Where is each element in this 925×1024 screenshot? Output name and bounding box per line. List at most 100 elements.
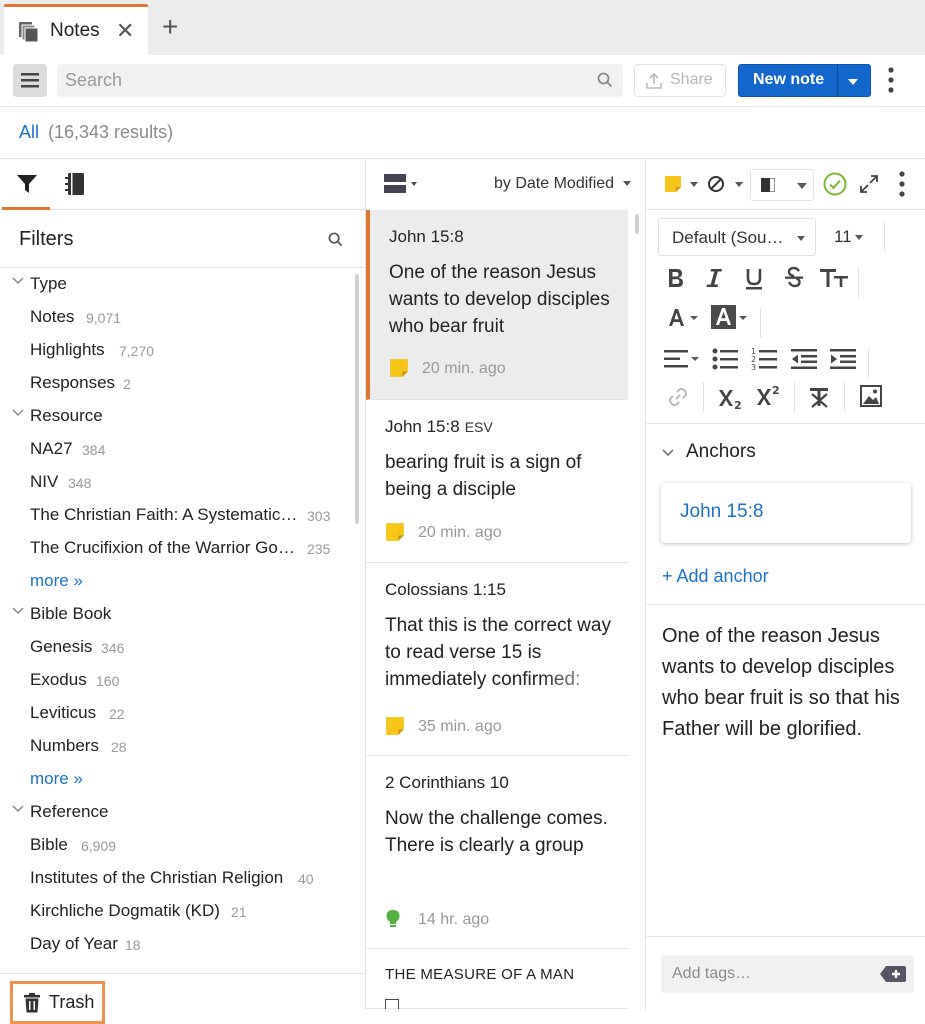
add-anchor-link[interactable]: + Add anchor <box>662 566 769 587</box>
note-body[interactable]: One of the reason Jesus wants to develop… <box>662 621 924 745</box>
close-tab-icon[interactable]: ✕ <box>116 18 134 44</box>
filter-group[interactable]: Type <box>0 269 356 299</box>
more-options-icon[interactable] <box>888 67 894 93</box>
scrollbar[interactable] <box>635 214 639 234</box>
more-link[interactable]: more » <box>0 764 356 794</box>
note-list-item[interactable]: Colossians 1:15 That this is the correct … <box>366 563 628 756</box>
search-input[interactable] <box>57 64 577 97</box>
superscript-icon[interactable]: 2 <box>756 384 780 406</box>
tab-notes[interactable]: Notes ✕ <box>4 4 148 55</box>
filter-item[interactable]: Kirchliche Dogmatik (KD) 21 <box>0 896 356 926</box>
filter-item-label: Leviticus <box>30 703 97 722</box>
trash-button[interactable]: Trash <box>10 981 105 1024</box>
filter-item[interactable]: Highlights 7,270 <box>0 335 356 365</box>
chevron-down-icon[interactable] <box>662 449 674 457</box>
filter-item[interactable]: Numbers 28 <box>0 731 356 761</box>
color-select[interactable] <box>750 169 814 201</box>
chevron-down-icon[interactable] <box>690 182 698 187</box>
search-icon[interactable] <box>597 72 613 88</box>
menu-button[interactable] <box>13 64 47 97</box>
outdent-icon[interactable] <box>791 348 817 370</box>
filter-item-count: 384 <box>82 442 106 458</box>
italic-icon[interactable] <box>704 267 724 289</box>
note-list-item[interactable]: John 15:8 One of the reason Jesus wants t… <box>366 210 628 400</box>
more-link[interactable]: more » <box>0 566 356 596</box>
lightbulb-icon <box>385 909 401 929</box>
note-list-item[interactable]: 2 Corinthians 10 Now the challenge comes.… <box>366 756 628 949</box>
filter-item[interactable]: Leviticus 22 <box>0 698 356 728</box>
align-left-icon[interactable] <box>664 348 700 370</box>
sticky-note-icon <box>385 716 405 736</box>
clear-formatting-icon[interactable] <box>808 386 832 408</box>
filter-item[interactable]: Notes 9,071 <box>0 302 356 332</box>
share-button[interactable]: Share <box>634 64 726 97</box>
text-case-icon[interactable] <box>819 267 849 289</box>
filter-item-label: The Crucifixion of the Warrior Go… <box>30 538 295 557</box>
filter-item[interactable]: Genesis 346 <box>0 632 356 662</box>
scope-all-link[interactable]: All <box>19 122 39 143</box>
chevron-down-icon[interactable] <box>847 78 859 86</box>
filter-group[interactable]: Resource <box>0 401 356 431</box>
search-icon[interactable] <box>328 232 343 247</box>
highlight-color-icon[interactable] <box>711 305 749 329</box>
add-tag-icon[interactable] <box>880 965 906 983</box>
chevron-down-icon[interactable] <box>12 805 24 813</box>
chevron-down-icon[interactable] <box>735 182 743 187</box>
underline-icon[interactable] <box>744 267 764 291</box>
tags-field <box>661 955 914 993</box>
tags-input[interactable] <box>661 955 871 993</box>
indent-icon[interactable] <box>830 348 856 370</box>
note-list-item[interactable]: THE MEASURE OF A MAN <box>366 949 628 1009</box>
anchor-link[interactable]: John 15:8 <box>680 501 763 523</box>
svg-text:2: 2 <box>734 399 742 410</box>
filter-item[interactable]: Day of Year 18 <box>0 929 356 959</box>
filter-group[interactable]: Bible Book <box>0 599 356 629</box>
chevron-down-icon[interactable] <box>623 181 631 186</box>
layout-toggle-icon[interactable] <box>384 173 418 195</box>
chevron-down-icon[interactable] <box>12 409 24 417</box>
filter-item-label: Day of Year <box>30 934 118 953</box>
filter-item[interactable]: Exodus 160 <box>0 665 356 695</box>
font-color-icon[interactable] <box>668 308 700 328</box>
link-icon[interactable] <box>668 387 688 407</box>
bold-icon[interactable] <box>666 267 686 289</box>
sticky-note-icon <box>385 522 405 542</box>
filter-item[interactable]: Bible 6,909 <box>0 830 356 860</box>
font-size-select[interactable]: 11 <box>824 218 874 256</box>
expand-icon[interactable] <box>859 174 879 194</box>
note-list-item[interactable]: John 15:8 ESV bearing fruit is a sign of b… <box>366 400 628 563</box>
filter-item[interactable]: The Christian Faith: A Systematic… 303 <box>0 500 356 530</box>
tags-bar <box>646 936 925 1010</box>
filter-item[interactable]: NA27 384 <box>0 434 356 464</box>
filter-item[interactable]: Responses 2 <box>0 368 356 398</box>
bullet-list-icon[interactable] <box>712 347 738 371</box>
new-note-button[interactable]: New note <box>738 64 871 97</box>
tab-notebooks[interactable] <box>60 159 90 210</box>
tab-title: Notes <box>50 20 100 41</box>
filter-item[interactable]: NIV 348 <box>0 467 356 497</box>
anchor-card[interactable]: John 15:8 <box>661 483 911 543</box>
sticky-note-icon[interactable] <box>664 175 682 193</box>
image-icon[interactable] <box>860 385 882 407</box>
filter-item[interactable]: The Crucifixion of the Warrior Go… 235 <box>0 533 356 563</box>
strikethrough-icon[interactable] <box>784 266 804 288</box>
subscript-icon[interactable]: 2 <box>718 388 742 410</box>
more-options-icon[interactable] <box>899 171 905 197</box>
new-tab-button[interactable]: + <box>162 13 178 41</box>
scrollbar[interactable] <box>355 274 359 524</box>
font-family-select[interactable]: Default (Sou… <box>658 218 816 256</box>
filter-item[interactable]: Institutes of the Christian Religion 40 <box>0 863 356 893</box>
checkmark-circle-icon[interactable] <box>823 172 847 196</box>
notes-list-header: by Date Modified <box>366 159 646 210</box>
numbered-list-icon[interactable]: 123 <box>751 346 777 372</box>
tab-filters[interactable] <box>2 159 50 210</box>
sort-dropdown[interactable]: by Date Modified <box>494 175 614 193</box>
divider <box>760 308 761 338</box>
no-style-icon[interactable] <box>707 175 725 193</box>
divider <box>858 268 859 298</box>
chevron-down-icon[interactable] <box>12 607 24 615</box>
chevron-down-icon[interactable] <box>12 277 24 285</box>
filter-item-label: Highlights <box>30 340 105 359</box>
sticky-note-icon <box>389 358 409 378</box>
filter-group[interactable]: Reference <box>0 797 356 827</box>
